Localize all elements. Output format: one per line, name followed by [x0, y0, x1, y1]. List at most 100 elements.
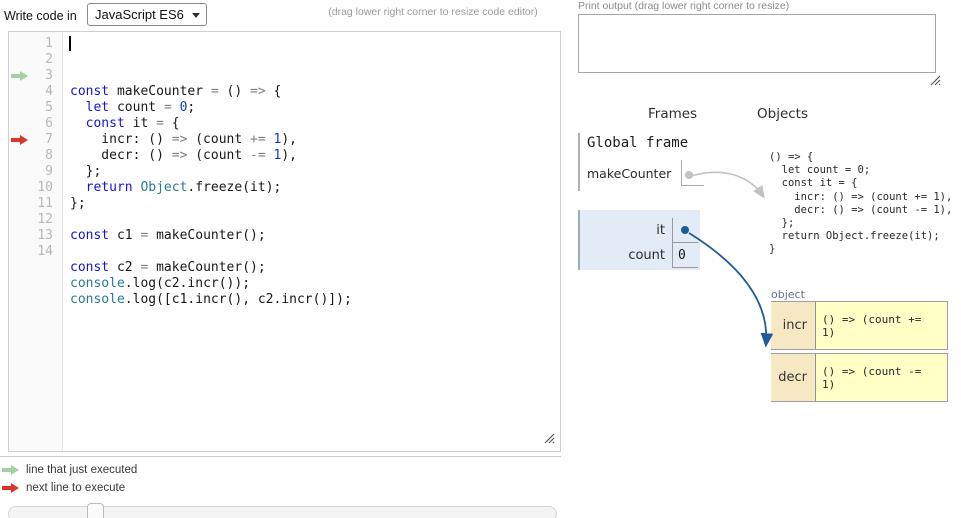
code-token: c1	[109, 228, 140, 243]
code-token: (count	[187, 148, 250, 163]
code-token: =	[211, 84, 219, 99]
line-number: 11	[9, 196, 53, 212]
line-number: 14	[9, 244, 53, 260]
code-token: makeCounter	[109, 84, 211, 99]
language-select[interactable]: JavaScript ES6	[87, 3, 207, 26]
editor-resize-grip-icon[interactable]	[544, 433, 555, 444]
line-number: 12	[9, 212, 53, 228]
legend-prev-arrow-icon	[2, 465, 19, 475]
code-token: };	[70, 164, 101, 179]
object-key: incr	[771, 302, 816, 349]
pointer-dot	[681, 226, 689, 234]
line-number: 10	[9, 180, 53, 196]
code-line	[70, 212, 560, 228]
code-token: console	[70, 276, 125, 291]
line-number: 6	[9, 116, 53, 132]
code-token: makeCounter();	[148, 260, 265, 275]
code-editor[interactable]: 1234567891011121314 const makeCounter = …	[8, 31, 561, 452]
line-number: 13	[9, 228, 53, 244]
code-token	[266, 132, 274, 147]
variable-name: it	[656, 223, 665, 238]
code-line: console.log([c1.incr(), c2.incr()]);	[70, 292, 560, 308]
variable-name: count	[628, 248, 665, 263]
object-value: () => (count -= 1)	[816, 354, 947, 401]
code-token	[266, 148, 274, 163]
code-token: };	[70, 196, 86, 211]
next-line-arrow-icon	[11, 135, 28, 145]
variable-value-cell	[681, 160, 704, 186]
object-key: decr	[771, 354, 816, 401]
code-token: =	[164, 100, 172, 115]
code-token: =>	[172, 148, 188, 163]
global-frame: Global frame makeCounter	[578, 133, 704, 191]
line-number: 2	[9, 52, 53, 68]
arrow-head	[20, 135, 28, 145]
object-entry-row: incr() => (count += 1)	[771, 301, 948, 350]
code-token: =>	[250, 84, 266, 99]
code-token	[70, 180, 86, 195]
code-line: const it = {	[70, 116, 560, 132]
object-value: () => (count += 1)	[816, 302, 947, 349]
code-line: const c2 = makeCounter();	[70, 260, 560, 276]
print-output-label: Print output (drag lower right corner to…	[578, 0, 789, 12]
code-token: ),	[281, 132, 297, 147]
code-token: .log([c1.incr(), c2.incr()]);	[125, 292, 352, 307]
code-token	[70, 100, 86, 115]
legend-next-label: next line to execute	[26, 482, 125, 494]
variable-value-cell: 0	[672, 243, 698, 268]
code-line: };	[70, 164, 560, 180]
code-token: +=	[250, 132, 266, 147]
variable-row: makeCounter	[587, 160, 704, 186]
function-object-code: () => { let count = 0; const it = { incr…	[769, 151, 952, 257]
code-token	[70, 116, 86, 131]
code-line: let count = 0;	[70, 100, 560, 116]
code-token	[172, 100, 180, 115]
line-number: 5	[9, 100, 53, 116]
code-token: return	[86, 180, 133, 195]
editor-resize-hint: (drag lower right corner to resize code …	[318, 6, 548, 18]
code-token: c2	[109, 260, 140, 275]
line-number: 8	[9, 148, 53, 164]
code-token: {	[266, 84, 282, 99]
text-cursor	[69, 36, 71, 51]
legend-prev-label: line that just executed	[26, 464, 137, 476]
line-number: 1	[9, 36, 53, 52]
legend-item-prev: line that just executed	[2, 464, 137, 476]
code-line: console.log(c2.incr());	[70, 276, 560, 292]
object-entry-row: decr() => (count -= 1)	[771, 353, 948, 402]
code-token: .log(c2.incr());	[125, 276, 250, 291]
code-token: =>	[172, 132, 188, 147]
code-token: Object	[140, 180, 187, 195]
code-token: const	[70, 260, 109, 275]
editor-code-area[interactable]: const makeCounter = () => { let count = …	[63, 32, 560, 451]
chevron-down-icon	[192, 13, 200, 18]
code-token: makeCounter();	[148, 228, 265, 243]
code-token: decr: ()	[70, 148, 172, 163]
arrow-shaft	[11, 138, 20, 142]
legend-item-next: next line to execute	[2, 482, 125, 494]
objects-header: Objects	[757, 106, 808, 122]
legend-next-arrow-icon	[2, 483, 19, 493]
code-line: return Object.freeze(it);	[70, 180, 560, 196]
frames-header: Frames	[648, 106, 697, 122]
code-token: let	[86, 100, 109, 115]
slider-handle[interactable]	[87, 503, 104, 518]
write-code-in-label: Write code in	[4, 9, 77, 23]
code-token: (count	[187, 132, 250, 147]
object-table: incr() => (count += 1)decr() => (count -…	[771, 301, 948, 405]
print-output-resize-grip-icon[interactable]	[930, 75, 941, 86]
line-number: 9	[9, 164, 53, 180]
code-token: .freeze(it);	[187, 180, 281, 195]
execution-step-slider[interactable]	[8, 506, 557, 518]
print-output-textarea[interactable]	[578, 14, 936, 73]
code-token: it	[125, 116, 156, 131]
code-token: const	[70, 84, 109, 99]
code-line: };	[70, 196, 560, 212]
object-type-label: object	[771, 288, 805, 301]
legend-divider	[0, 456, 561, 457]
code-token: incr: ()	[70, 132, 172, 147]
code-token: ),	[281, 148, 297, 163]
pointer-arrow-it	[689, 233, 766, 344]
code-token: ;	[187, 100, 195, 115]
language-select-value: JavaScript ES6	[95, 7, 184, 22]
